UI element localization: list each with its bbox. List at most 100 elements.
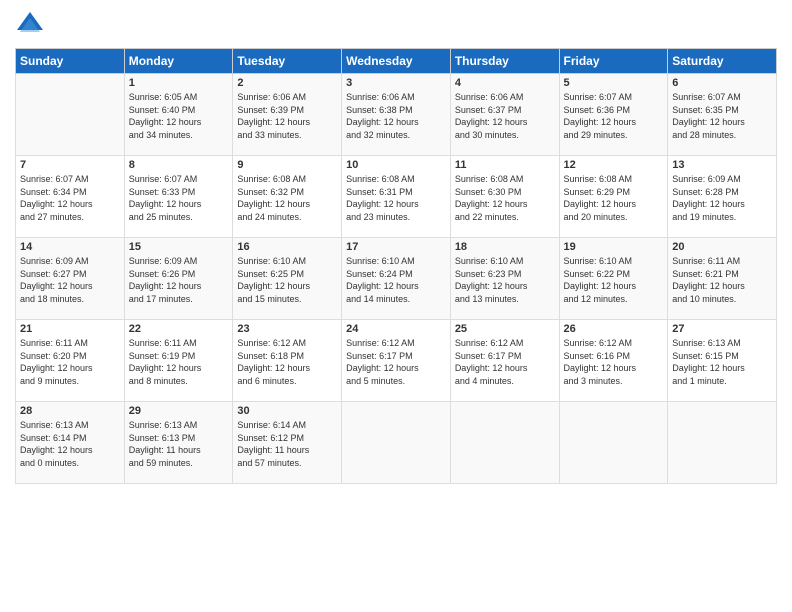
day-number: 26 — [564, 323, 664, 335]
calendar-cell: 6 Sunrise: 6:07 AM Sunset: 6:35 PM Daylig… — [668, 74, 777, 156]
day-info: Sunrise: 6:06 AM Sunset: 6:39 PM Dayligh… — [237, 91, 337, 141]
calendar-header-cell: Wednesday — [342, 49, 451, 74]
calendar-cell: 22 Sunrise: 6:11 AM Sunset: 6:19 PM Dayli… — [124, 320, 233, 402]
day-info: Sunrise: 6:12 AM Sunset: 6:16 PM Dayligh… — [564, 337, 664, 387]
logo — [15, 10, 49, 40]
day-number: 20 — [672, 241, 772, 253]
day-info: Sunrise: 6:10 AM Sunset: 6:23 PM Dayligh… — [455, 255, 555, 305]
day-info: Sunrise: 6:10 AM Sunset: 6:25 PM Dayligh… — [237, 255, 337, 305]
calendar-cell: 9 Sunrise: 6:08 AM Sunset: 6:32 PM Daylig… — [233, 156, 342, 238]
day-info: Sunrise: 6:05 AM Sunset: 6:40 PM Dayligh… — [129, 91, 229, 141]
calendar-header-cell: Monday — [124, 49, 233, 74]
calendar-cell: 10Sunrise: 6:08 AM Sunset: 6:31 PM Dayli… — [342, 156, 451, 238]
day-number: 21 — [20, 323, 120, 335]
day-info: Sunrise: 6:13 AM Sunset: 6:15 PM Dayligh… — [672, 337, 772, 387]
calendar-header-cell: Tuesday — [233, 49, 342, 74]
day-number: 15 — [129, 241, 229, 253]
calendar-header-cell: Sunday — [16, 49, 125, 74]
calendar-body: 1 Sunrise: 6:05 AM Sunset: 6:40 PM Daylig… — [16, 74, 777, 484]
day-number: 2 — [237, 77, 337, 89]
day-number: 28 — [20, 405, 120, 417]
day-info: Sunrise: 6:13 AM Sunset: 6:14 PM Dayligh… — [20, 419, 120, 469]
calendar-table: SundayMondayTuesdayWednesdayThursdayFrid… — [15, 48, 777, 484]
day-info: Sunrise: 6:08 AM Sunset: 6:32 PM Dayligh… — [237, 173, 337, 223]
page: SundayMondayTuesdayWednesdayThursdayFrid… — [0, 0, 792, 612]
calendar-cell: 15 Sunrise: 6:09 AM Sunset: 6:26 PM Dayli… — [124, 238, 233, 320]
day-info: Sunrise: 6:12 AM Sunset: 6:18 PM Dayligh… — [237, 337, 337, 387]
calendar-cell: 18 Sunrise: 6:10 AM Sunset: 6:23 PM Dayli… — [450, 238, 559, 320]
day-number: 9 — [237, 159, 337, 171]
day-number: 3 — [346, 77, 446, 89]
calendar-cell: 19 Sunrise: 6:10 AM Sunset: 6:22 PM Dayli… — [559, 238, 668, 320]
day-number: 14 — [20, 241, 120, 253]
calendar-cell: 17 Sunrise: 6:10 AM Sunset: 6:24 PM Dayli… — [342, 238, 451, 320]
calendar-cell: 26 Sunrise: 6:12 AM Sunset: 6:16 PM Dayli… — [559, 320, 668, 402]
calendar-cell: 4Sunrise: 6:06 AM Sunset: 6:37 PM Daylig… — [450, 74, 559, 156]
day-info: Sunrise: 6:07 AM Sunset: 6:33 PM Dayligh… — [129, 173, 229, 223]
calendar-cell: 29 Sunrise: 6:13 AM Sunset: 6:13 PM Dayli… — [124, 402, 233, 484]
calendar-cell: 1 Sunrise: 6:05 AM Sunset: 6:40 PM Daylig… — [124, 74, 233, 156]
calendar-cell: 3Sunrise: 6:06 AM Sunset: 6:38 PM Daylig… — [342, 74, 451, 156]
day-info: Sunrise: 6:09 AM Sunset: 6:28 PM Dayligh… — [672, 173, 772, 223]
day-info: Sunrise: 6:09 AM Sunset: 6:26 PM Dayligh… — [129, 255, 229, 305]
day-number: 29 — [129, 405, 229, 417]
day-info: Sunrise: 6:08 AM Sunset: 6:31 PM Dayligh… — [346, 173, 446, 223]
day-number: 19 — [564, 241, 664, 253]
day-number: 23 — [237, 323, 337, 335]
calendar-week-row: 1 Sunrise: 6:05 AM Sunset: 6:40 PM Daylig… — [16, 74, 777, 156]
calendar-cell — [450, 402, 559, 484]
calendar-cell: 30 Sunrise: 6:14 AM Sunset: 6:12 PM Dayli… — [233, 402, 342, 484]
day-info: Sunrise: 6:07 AM Sunset: 6:35 PM Dayligh… — [672, 91, 772, 141]
calendar-cell: 7Sunrise: 6:07 AM Sunset: 6:34 PM Daylig… — [16, 156, 125, 238]
day-info: Sunrise: 6:13 AM Sunset: 6:13 PM Dayligh… — [129, 419, 229, 469]
calendar-cell — [668, 402, 777, 484]
day-number: 5 — [564, 77, 664, 89]
calendar-cell: 20 Sunrise: 6:11 AM Sunset: 6:21 PM Dayli… — [668, 238, 777, 320]
calendar-header-cell: Saturday — [668, 49, 777, 74]
calendar-cell: 2 Sunrise: 6:06 AM Sunset: 6:39 PM Daylig… — [233, 74, 342, 156]
header — [15, 10, 777, 40]
day-info: Sunrise: 6:14 AM Sunset: 6:12 PM Dayligh… — [237, 419, 337, 469]
calendar-week-row: 21 Sunrise: 6:11 AM Sunset: 6:20 PM Dayli… — [16, 320, 777, 402]
day-info: Sunrise: 6:10 AM Sunset: 6:24 PM Dayligh… — [346, 255, 446, 305]
calendar-cell: 21 Sunrise: 6:11 AM Sunset: 6:20 PM Dayli… — [16, 320, 125, 402]
day-number: 13 — [672, 159, 772, 171]
day-number: 17 — [346, 241, 446, 253]
calendar-cell — [16, 74, 125, 156]
day-number: 12 — [564, 159, 664, 171]
calendar-cell: 8Sunrise: 6:07 AM Sunset: 6:33 PM Daylig… — [124, 156, 233, 238]
day-info: Sunrise: 6:11 AM Sunset: 6:21 PM Dayligh… — [672, 255, 772, 305]
day-info: Sunrise: 6:11 AM Sunset: 6:20 PM Dayligh… — [20, 337, 120, 387]
calendar-cell: 28 Sunrise: 6:13 AM Sunset: 6:14 PM Dayli… — [16, 402, 125, 484]
calendar-cell: 13 Sunrise: 6:09 AM Sunset: 6:28 PM Dayli… — [668, 156, 777, 238]
day-info: Sunrise: 6:06 AM Sunset: 6:37 PM Dayligh… — [455, 91, 555, 141]
calendar-week-row: 28 Sunrise: 6:13 AM Sunset: 6:14 PM Dayli… — [16, 402, 777, 484]
day-info: Sunrise: 6:11 AM Sunset: 6:19 PM Dayligh… — [129, 337, 229, 387]
day-info: Sunrise: 6:10 AM Sunset: 6:22 PM Dayligh… — [564, 255, 664, 305]
day-info: Sunrise: 6:08 AM Sunset: 6:29 PM Dayligh… — [564, 173, 664, 223]
day-info: Sunrise: 6:07 AM Sunset: 6:34 PM Dayligh… — [20, 173, 120, 223]
calendar-cell: 16 Sunrise: 6:10 AM Sunset: 6:25 PM Dayli… — [233, 238, 342, 320]
day-info: Sunrise: 6:08 AM Sunset: 6:30 PM Dayligh… — [455, 173, 555, 223]
day-info: Sunrise: 6:07 AM Sunset: 6:36 PM Dayligh… — [564, 91, 664, 141]
day-info: Sunrise: 6:12 AM Sunset: 6:17 PM Dayligh… — [346, 337, 446, 387]
logo-icon — [15, 10, 45, 40]
day-number: 1 — [129, 77, 229, 89]
day-number: 6 — [672, 77, 772, 89]
calendar-week-row: 14Sunrise: 6:09 AM Sunset: 6:27 PM Dayli… — [16, 238, 777, 320]
day-number: 27 — [672, 323, 772, 335]
day-number: 11 — [455, 159, 555, 171]
day-number: 16 — [237, 241, 337, 253]
day-number: 18 — [455, 241, 555, 253]
calendar-header-cell: Friday — [559, 49, 668, 74]
calendar-cell — [342, 402, 451, 484]
calendar-cell: 14Sunrise: 6:09 AM Sunset: 6:27 PM Dayli… — [16, 238, 125, 320]
day-info: Sunrise: 6:12 AM Sunset: 6:17 PM Dayligh… — [455, 337, 555, 387]
calendar-cell: 12 Sunrise: 6:08 AM Sunset: 6:29 PM Dayli… — [559, 156, 668, 238]
day-number: 24 — [346, 323, 446, 335]
day-number: 30 — [237, 405, 337, 417]
calendar-cell: 25Sunrise: 6:12 AM Sunset: 6:17 PM Dayli… — [450, 320, 559, 402]
calendar-cell — [559, 402, 668, 484]
day-number: 22 — [129, 323, 229, 335]
calendar-header-cell: Thursday — [450, 49, 559, 74]
